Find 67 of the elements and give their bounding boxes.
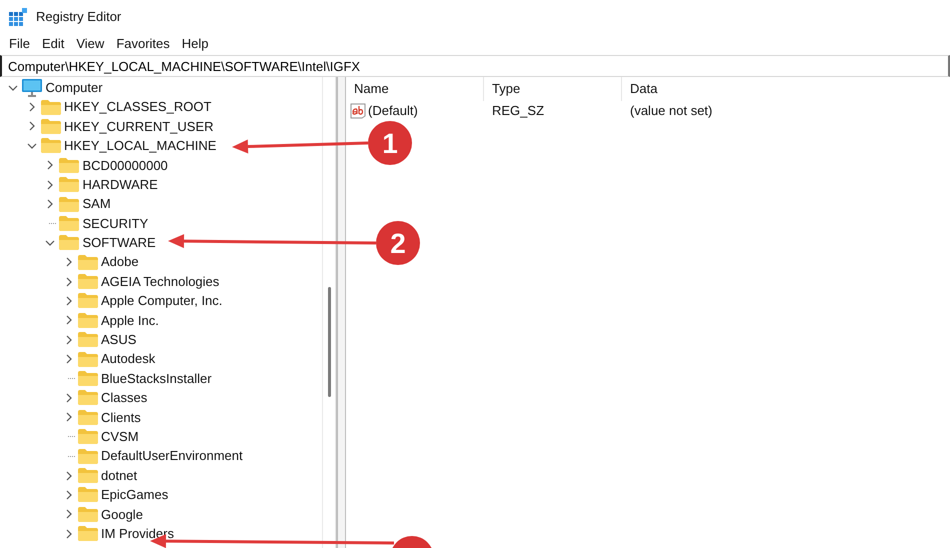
folder-icon [78, 526, 98, 542]
tree-item[interactable]: CVSM [101, 426, 139, 446]
tree-item[interactable]: HARDWARE [82, 174, 158, 194]
window-title: Registry Editor [36, 8, 122, 26]
menu-item[interactable]: File [3, 34, 36, 54]
tree-item[interactable]: AGEIA Technologies [101, 272, 220, 292]
tree-item[interactable]: SECURITY [82, 214, 148, 234]
folder-icon [78, 468, 98, 483]
folder-icon [59, 158, 80, 173]
folder-icon [78, 352, 98, 367]
tree-item[interactable]: Apple Inc. [101, 310, 159, 330]
computer-icon [22, 78, 42, 97]
folder-icon [78, 293, 98, 308]
folder-icon [40, 138, 61, 154]
address-field[interactable]: Computer\HKEY_LOCAL_MACHINE\SOFTWARE\Intel\IGFX [0, 55, 950, 77]
folder-icon [59, 196, 80, 212]
tree-item[interactable]: BlueStacksInstaller [101, 368, 212, 388]
tree-item[interactable]: Adobe [101, 252, 139, 272]
tree-item[interactable]: SOFTWARE [82, 233, 156, 253]
tree-item[interactable]: Classes [101, 388, 148, 408]
folder-icon [78, 448, 98, 464]
menu-item[interactable]: Edit [36, 34, 70, 54]
folder-icon [78, 312, 98, 328]
tree-item[interactable]: DefaultUserEnvironment [101, 446, 243, 466]
folder-icon [78, 506, 98, 522]
column-header[interactable]: Name [346, 77, 484, 101]
folder-icon [78, 274, 98, 290]
tree-item[interactable]: Clients [101, 408, 141, 428]
app-icon [9, 8, 27, 26]
callout-badge: 2 [376, 221, 420, 265]
folder-icon [78, 487, 98, 502]
tree-item[interactable]: dotnet [101, 466, 138, 486]
folder-icon [59, 235, 80, 250]
folder-icon [40, 118, 61, 134]
tree-item[interactable]: SAM [82, 194, 111, 214]
string-value-icon [350, 103, 366, 119]
tree-item[interactable]: ASUS [101, 330, 136, 350]
folder-icon [40, 100, 61, 115]
column-header[interactable]: Data [622, 77, 950, 101]
folder-icon [78, 429, 98, 444]
folder-icon [78, 410, 98, 425]
tree-item[interactable]: Computer [46, 78, 103, 98]
folder-icon [59, 216, 80, 231]
menu-item[interactable]: View [70, 34, 110, 54]
tree-item[interactable]: IM Providers [101, 524, 174, 544]
folder-icon [78, 254, 98, 270]
folder-icon [78, 390, 98, 406]
tree-item[interactable]: HKEY_CURRENT_USER [64, 116, 214, 136]
folder-icon [59, 177, 80, 192]
folder-icon [78, 332, 98, 348]
tree-item[interactable]: HKEY_LOCAL_MACHINE [64, 136, 216, 156]
callout-badge [390, 536, 434, 548]
tree-item[interactable]: HKEY_CLASSES_ROOT [64, 97, 212, 117]
callout-badge: 1 [368, 121, 412, 165]
folder-icon [78, 371, 98, 386]
tree-item[interactable]: Autodesk [101, 349, 156, 369]
value-type: REG_SZ [491, 102, 546, 120]
column-header[interactable]: Type [484, 77, 622, 101]
tree-item[interactable]: Apple Computer, Inc. [101, 291, 222, 311]
value-data: (value not set) [629, 102, 714, 120]
value-name[interactable]: (Default) [368, 101, 418, 121]
tree-item[interactable]: BCD00000000 [82, 156, 168, 176]
menu-item[interactable]: Help [176, 34, 215, 54]
tree-item[interactable]: EpicGames [101, 485, 168, 505]
menu-item[interactable]: Favorites [110, 34, 176, 54]
tree-item[interactable]: Google [101, 504, 143, 524]
scrollbar-thumb[interactable] [328, 287, 330, 397]
